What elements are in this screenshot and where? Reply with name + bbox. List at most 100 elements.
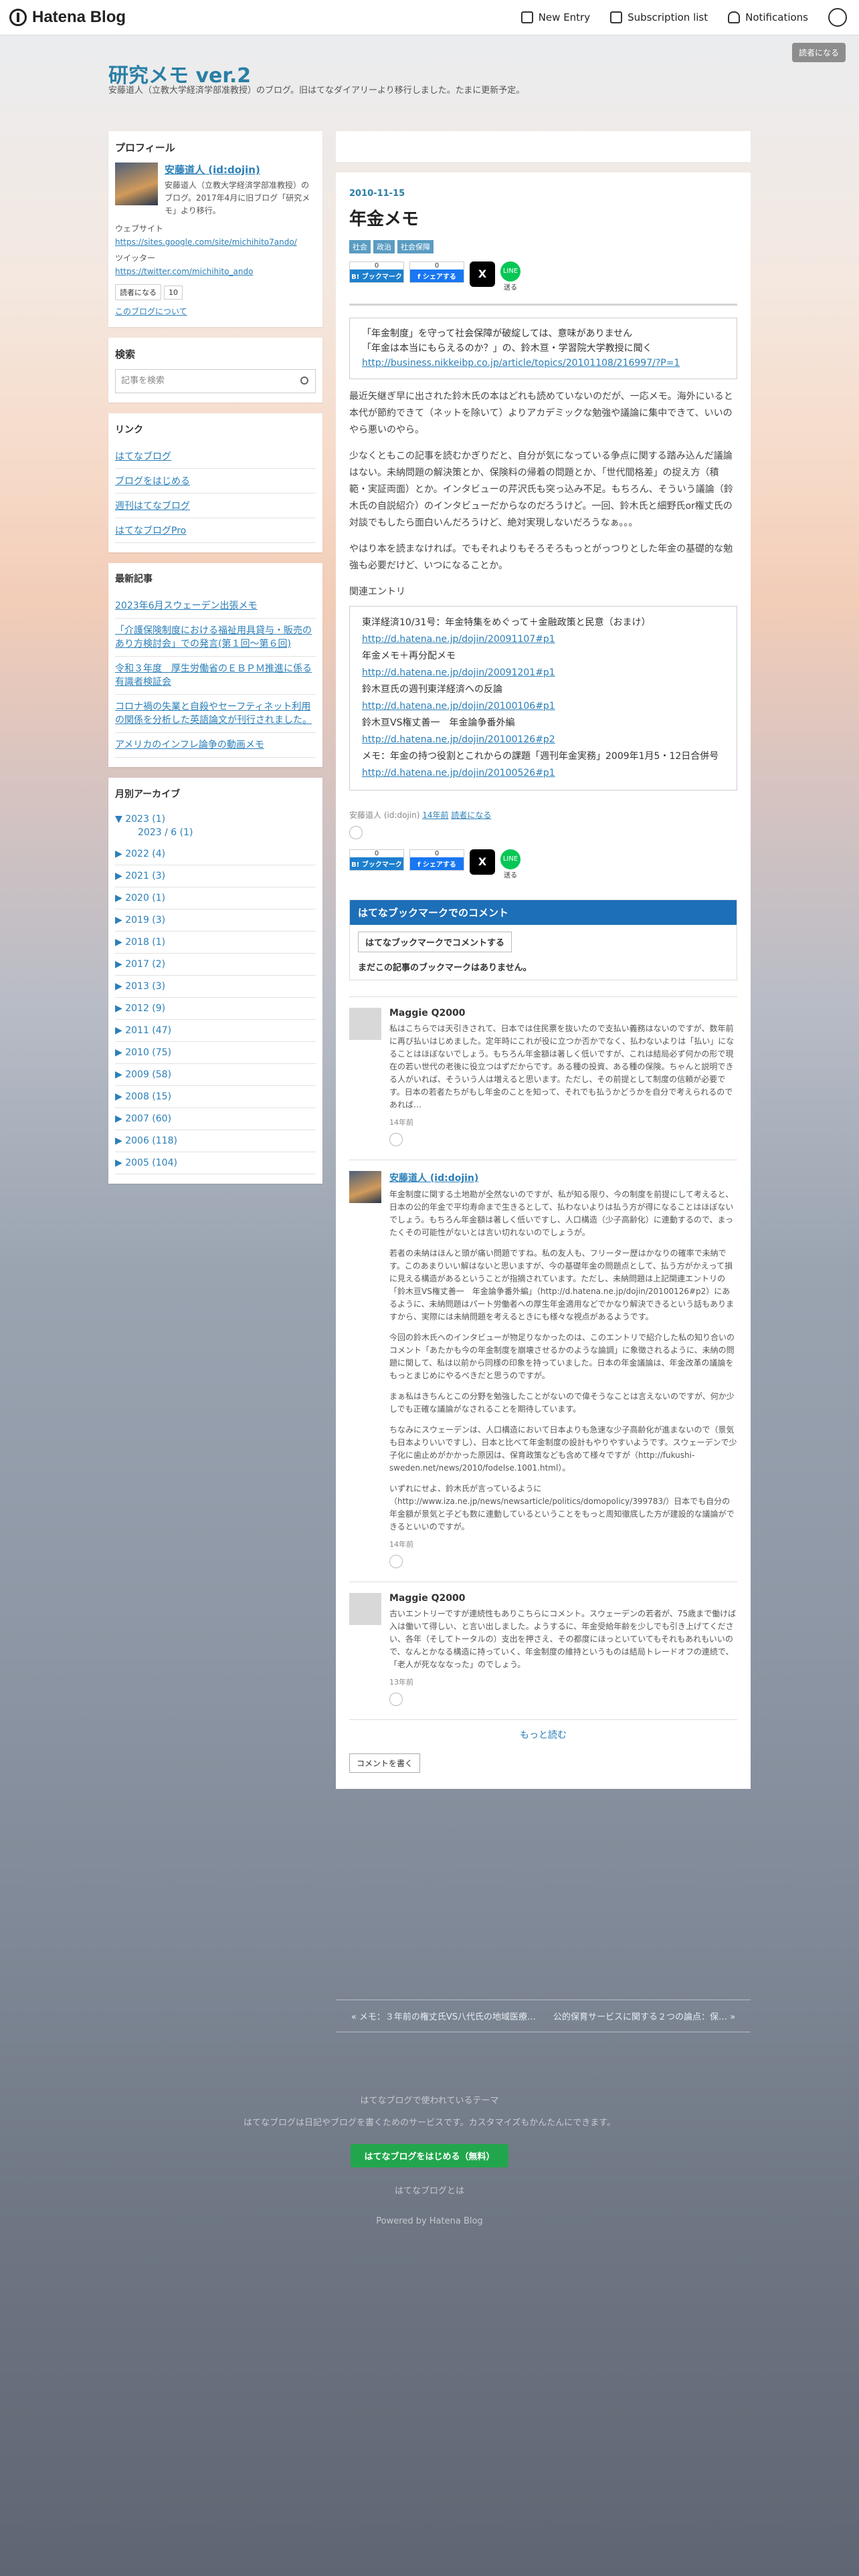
archive-year[interactable]: ▶ 2006 (118) [115, 1130, 316, 1152]
line-share-button[interactable]: LINE 送る [500, 261, 520, 292]
website-label: ウェブサイト [115, 224, 164, 233]
share-buttons-top: 0 B! ブックマーク 0f シェアする X LINE 送る [349, 261, 737, 292]
search-icon[interactable] [300, 377, 308, 385]
archive-year[interactable]: ▶ 2020 (1) [115, 887, 316, 909]
user-menu-icon[interactable] [828, 8, 847, 27]
related-link[interactable]: http://d.hatena.ne.jp/dojin/20100106#p1 [362, 701, 555, 712]
subscription-list-link[interactable]: Subscription list [610, 11, 708, 23]
link-weekly-hatena[interactable]: 週刊はてなブログ [115, 501, 190, 512]
about-blog-link[interactable]: このブログについて [115, 306, 316, 318]
comment-text: いずれにせよ、鈴木氏が言っているように（http://www.iza.ne.jp… [389, 1484, 735, 1531]
star-add-icon[interactable] [389, 1693, 403, 1706]
related-link[interactable]: http://d.hatena.ne.jp/dojin/20091201#p1 [362, 667, 555, 678]
bookmark-comment-button[interactable]: はてなブックマークでコメントする [358, 932, 512, 952]
star-add-icon[interactable] [349, 826, 363, 839]
comment: Maggie Q2000 私はこちらでは天引きされて、日本では住民票を抜いたので… [349, 996, 737, 1160]
footer-time-link[interactable]: 14年前 [422, 811, 448, 820]
quote-link[interactable]: http://business.nikkeibp.co.jp/article/t… [362, 358, 680, 368]
profile-subscribe-button[interactable]: 読者になる [115, 284, 161, 300]
archive-year[interactable]: ▶ 2017 (2) [115, 954, 316, 976]
twitter-link[interactable]: https://twitter.com/michihito_ando [115, 267, 253, 276]
read-more-link[interactable]: もっと読む [349, 1719, 737, 1749]
new-entry-link[interactable]: New Entry [520, 11, 590, 23]
link-hatena-pro[interactable]: はてなブログPro [115, 526, 186, 536]
hatena-blog-logo[interactable]: Hatena Blog [9, 8, 126, 27]
bookmark-button[interactable]: 0 B! ブックマーク [349, 261, 404, 283]
line-icon: LINE [500, 261, 520, 282]
x-share-button[interactable]: X [470, 849, 495, 875]
comment-time[interactable]: 14年前 [389, 1117, 737, 1128]
footer-line-3[interactable]: はてなブログとは [0, 2183, 859, 2196]
notifications-label: Notifications [745, 11, 808, 23]
facebook-share-button[interactable]: 0f シェアする [409, 849, 464, 871]
notifications-link[interactable]: Notifications [728, 11, 808, 23]
archive-year[interactable]: ▶ 2018 (1) [115, 932, 316, 954]
related-entries-box: 東洋経済10/31号：年金特集をめぐって＋金融政策と民意（おまけ） http:/… [349, 606, 737, 790]
star-add-icon[interactable] [389, 1133, 403, 1146]
related-text: 鈴木亘VS権丈善一 年金論争番外編 [362, 718, 515, 728]
category-tag[interactable]: 社会保障 [397, 240, 434, 253]
bookmark-count: 0 [374, 262, 379, 270]
subscription-label: Subscription list [628, 11, 708, 23]
start-blog-button[interactable]: はてなブログをはじめる（無料） [351, 2144, 508, 2167]
sidebar: プロフィール 安藤道人 (id:dojin) 安藤道人（立教大学経済学部准教授）… [108, 131, 322, 1194]
commenter-name[interactable]: 安藤道人 (id:dojin) [389, 1173, 478, 1184]
entry-pager[interactable]: « メモ：３年前の権丈氏VS八代氏の地域医療… 公的保育サービスに関する２つの論… [336, 2000, 751, 2032]
archive-year[interactable]: ▶ 2022 (4) [115, 843, 316, 865]
entry-categories: 社会 政治 社会保障 [349, 239, 737, 253]
line-share-button[interactable]: LINE 送る [500, 849, 520, 879]
recent-entry-1[interactable]: 2023年6月スウェーデン出張メモ [115, 601, 258, 611]
comment-time[interactable]: 13年前 [389, 1677, 737, 1687]
bookmark-label: B! ブックマーク [350, 857, 403, 870]
footer-subscribe-link[interactable]: 読者になる [451, 811, 491, 820]
related-text: 鈴木亘氏の週刊東洋経済への反論 [362, 684, 502, 695]
website-link[interactable]: https://sites.google.com/site/michihito7… [115, 237, 297, 247]
subscribe-button[interactable]: 読者になる [791, 43, 846, 62]
link-hatena-blog[interactable]: はてなブログ [115, 451, 171, 462]
recent-entry-3[interactable]: 令和３年度 厚生労働省のＥＢＰＭ推進に係る有識者検証会 [115, 663, 312, 687]
quote-line-1: 「年金制度」を守って社会保障が破綻しては、意味がありません [362, 328, 633, 339]
related-link[interactable]: http://d.hatena.ne.jp/dojin/20091107#p1 [362, 634, 555, 645]
archive-year[interactable]: ▶ 2011 (47) [115, 1020, 316, 1042]
search-module: 検索 記事を検索 [108, 338, 322, 403]
facebook-share-button[interactable]: 0f シェアする [409, 261, 464, 283]
archive-year[interactable]: ▶ 2005 (104) [115, 1152, 316, 1174]
archive-year[interactable]: ▶ 2013 (3) [115, 976, 316, 998]
archive-year-2023[interactable]: ▼ 2023 (1) [115, 809, 316, 826]
body-paragraph-3: やはり本を読まなければ。でもそれよりもそろそろもっとがっつりとした年金の基礎的な… [349, 544, 733, 571]
recent-entry-4[interactable]: コロナ禍の失業と自殺やセーフティネット利用の関係を分析した英語論文が刊行されまし… [115, 702, 312, 726]
entry-title[interactable]: 年金メモ [349, 205, 737, 230]
avatar[interactable] [115, 163, 158, 205]
archive-year[interactable]: ▶ 2012 (9) [115, 998, 316, 1020]
link-start-blog[interactable]: ブログをはじめる [115, 476, 190, 487]
comment-text: 年金制度に関する土地勘が全然ないのですが、私が知る限り、今の制度を前提にして考え… [389, 1190, 734, 1237]
related-link[interactable]: http://d.hatena.ne.jp/dojin/20100126#p2 [362, 734, 555, 745]
archive-year[interactable]: ▶ 2021 (3) [115, 865, 316, 887]
no-bookmarks-text: まだこの記事のブックマークはありません。 [358, 963, 532, 973]
archive-month-2023-6[interactable]: 2023 / 6 (1) [115, 826, 316, 843]
entry-date[interactable]: 2010-11-15 [349, 189, 737, 199]
star-add-icon[interactable] [389, 1555, 403, 1568]
line-caption: 送る [504, 284, 517, 292]
category-tag[interactable]: 社会 [349, 240, 371, 253]
recent-entry-2[interactable]: 「介護保険制度における福祉用具貸与・販売のあり方検討会」での発言(第１回〜第６回… [115, 625, 312, 649]
bookmark-button[interactable]: 0 B! ブックマーク [349, 849, 404, 871]
profile-name-link[interactable]: 安藤道人 (id:dojin) [165, 164, 260, 176]
archive-year[interactable]: ▶ 2009 (58) [115, 1064, 316, 1086]
write-comment-button[interactable]: コメントを書く [349, 1753, 421, 1773]
related-link[interactable]: http://d.hatena.ne.jp/dojin/20100526#p1 [362, 768, 555, 778]
recent-entry-5[interactable]: アメリカのインフレ論争の動画メモ [115, 740, 264, 750]
line-caption: 送る [504, 872, 517, 879]
archive-year[interactable]: ▶ 2019 (3) [115, 909, 316, 932]
archive-year[interactable]: ▶ 2007 (60) [115, 1108, 316, 1130]
search-input[interactable]: 記事を検索 [115, 369, 316, 393]
related-text: メモ：年金の持つ役割とこれからの課題「週刊年金実務」2009年1月5・12日合併… [362, 751, 719, 762]
bell-icon [728, 11, 741, 23]
quote-box: 「年金制度」を守って社会保障が破綻しては、意味がありません 「年金は本当にもらえ… [349, 318, 737, 379]
archive-year[interactable]: ▶ 2008 (15) [115, 1086, 316, 1108]
x-share-button[interactable]: X [470, 261, 495, 287]
powered-by[interactable]: Powered by Hatena Blog [0, 2216, 859, 2226]
archive-year[interactable]: ▶ 2010 (75) [115, 1042, 316, 1064]
category-tag[interactable]: 政治 [373, 240, 395, 253]
comment-time[interactable]: 14年前 [389, 1539, 737, 1549]
